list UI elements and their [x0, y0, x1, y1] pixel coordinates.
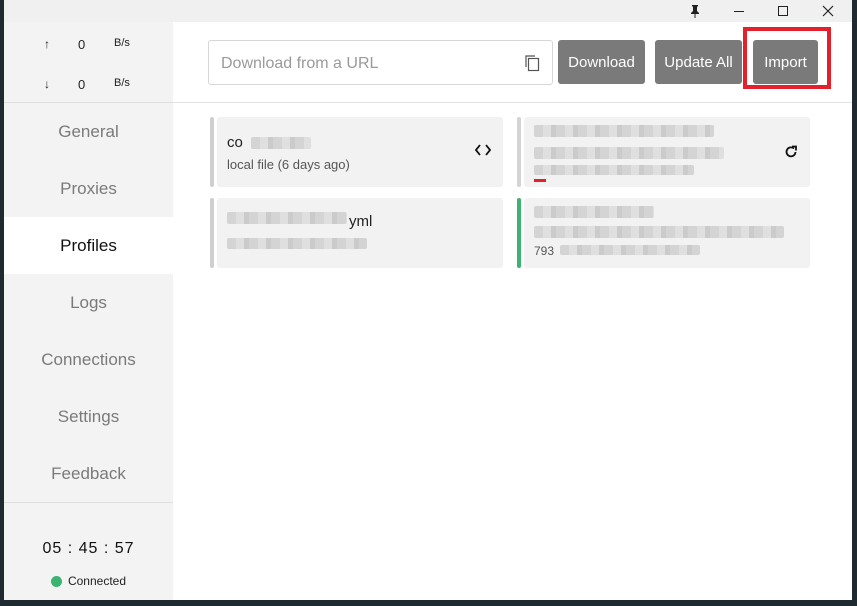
nav-item-profiles[interactable]: Profiles — [4, 217, 173, 274]
url-field — [208, 40, 553, 86]
close-icon[interactable] — [806, 0, 850, 22]
divider — [173, 102, 852, 103]
nav-item-general[interactable]: General — [4, 103, 173, 160]
nav-item-settings[interactable]: Settings — [4, 388, 173, 445]
nav-item-proxies[interactable]: Proxies — [4, 160, 173, 217]
redacted-text — [534, 226, 784, 238]
nav-item-connections[interactable]: Connections — [4, 331, 173, 388]
pin-icon[interactable] — [673, 0, 717, 22]
redacted-text — [227, 212, 347, 224]
card-indicator-active — [517, 198, 521, 268]
redacted-text — [560, 245, 700, 255]
download-speed: ↓ 0 B/s — [4, 77, 173, 97]
minimize-icon[interactable] — [717, 0, 761, 22]
main-panel: Download Update All Import co local file… — [173, 22, 852, 600]
divider — [4, 502, 173, 503]
nav-item-feedback[interactable]: Feedback — [4, 445, 173, 502]
profile-card[interactable]: 793 — [517, 198, 810, 268]
profile-card[interactable]: co local file (6 days ago) — [210, 117, 503, 187]
paste-icon[interactable] — [524, 54, 540, 72]
download-arrow-icon: ↓ — [44, 77, 50, 91]
redacted-text — [251, 137, 311, 149]
upload-value: 0 — [78, 37, 86, 52]
clock: 05 : 45 : 57 — [42, 540, 135, 557]
app-window: ↑ 0 B/s ↓ 0 B/s General Proxies Profiles… — [4, 0, 852, 600]
profile-updated: local file (6 days ago) — [227, 157, 350, 172]
usage-bar — [534, 179, 546, 182]
url-input[interactable] — [219, 41, 513, 86]
redacted-text — [227, 238, 367, 249]
sidebar: ↑ 0 B/s ↓ 0 B/s General Proxies Profiles… — [4, 22, 173, 600]
upload-arrow-icon: ↑ — [44, 37, 50, 51]
redacted-text — [534, 125, 714, 137]
download-unit: B/s — [114, 77, 130, 89]
status-dot-icon — [50, 575, 62, 587]
download-value: 0 — [78, 77, 86, 92]
upload-speed: ↑ 0 B/s — [4, 37, 173, 57]
title-bar — [4, 0, 852, 22]
code-icon[interactable] — [474, 143, 492, 159]
import-highlight-box — [743, 27, 831, 89]
update-all-button[interactable]: Update All — [655, 40, 742, 84]
nav-item-logs[interactable]: Logs — [4, 274, 173, 331]
redacted-text — [534, 206, 654, 218]
upload-unit: B/s — [114, 37, 130, 49]
profile-name: co — [227, 134, 243, 151]
maximize-icon[interactable] — [761, 0, 805, 22]
profile-card[interactable]: yml — [210, 198, 503, 268]
card-indicator — [210, 117, 214, 187]
profile-usage: 793 — [534, 244, 555, 258]
profile-card[interactable] — [517, 117, 810, 187]
card-indicator — [210, 198, 214, 268]
refresh-icon[interactable] — [784, 145, 798, 162]
download-button[interactable]: Download — [558, 40, 645, 84]
redacted-text — [534, 165, 694, 175]
profile-name: yml — [349, 213, 373, 230]
connection-status: Connected — [4, 574, 173, 588]
card-indicator — [517, 117, 521, 187]
traffic-panel: ↑ 0 B/s ↓ 0 B/s — [4, 22, 173, 102]
redacted-text — [534, 147, 724, 159]
status-label: Connected — [67, 574, 127, 588]
